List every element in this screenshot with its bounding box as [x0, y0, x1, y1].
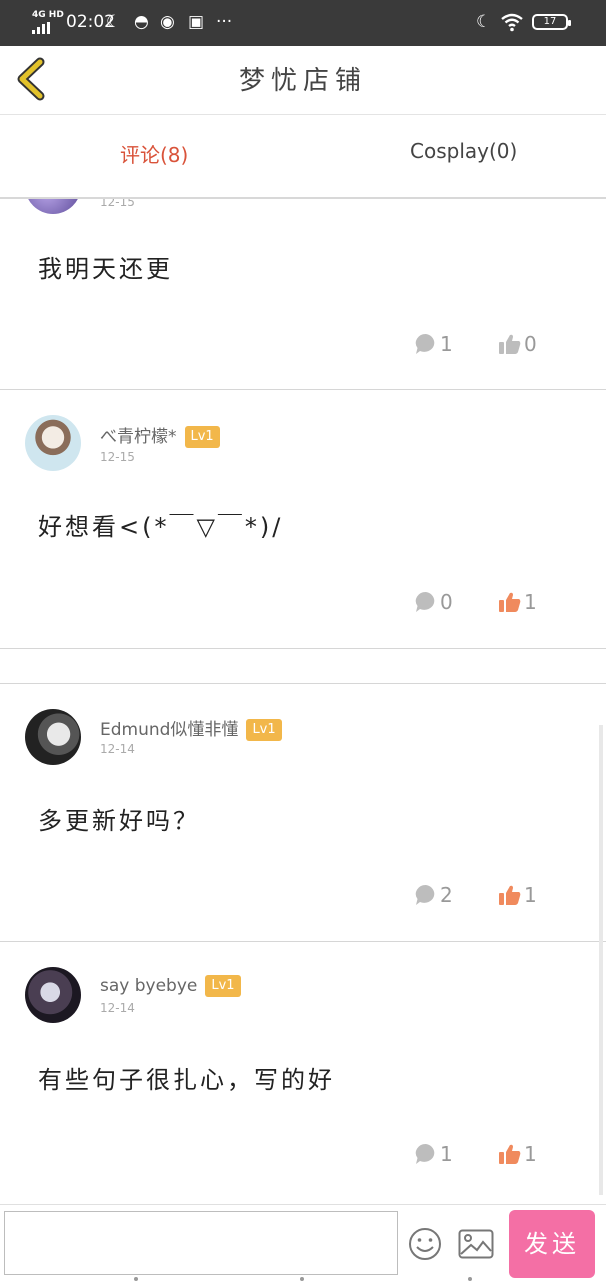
reply-count: 1: [440, 331, 453, 356]
avatar[interactable]: [25, 709, 81, 765]
level-badge: Lv1: [184, 426, 220, 448]
level-badge: Lv1: [205, 975, 241, 997]
like-count: 1: [524, 589, 537, 614]
emoji-icon[interactable]: [408, 1227, 442, 1261]
comment-text: 有些句子很扎心，写的好: [38, 1066, 335, 1094]
comment-bubble-icon: [415, 333, 435, 354]
reply-count: 2: [440, 882, 453, 907]
more-icon: ···: [216, 12, 233, 32]
page-title: 梦忧店铺: [238, 66, 367, 96]
reply-count: 1: [440, 1141, 453, 1166]
comment-bubble-icon: [415, 1143, 435, 1164]
comment-date: 12-14: [100, 1001, 135, 1015]
tab-bar: 评论(8) Cosplay(0): [0, 115, 606, 199]
reply-button[interactable]: 2: [414, 881, 453, 907]
comment-text: 多更新好吗？: [38, 807, 200, 835]
qq-icon: ◓: [134, 12, 149, 32]
comment-list[interactable]: 12-15 我明天还更 1 0 べ青柠檬* Lv1 12-15 好想看<(*￣▽￣…: [0, 199, 606, 1204]
user-name-text: Edmund似懂非懂: [100, 720, 239, 740]
like-button[interactable]: 1: [498, 588, 537, 614]
like-button[interactable]: 0: [498, 330, 537, 356]
level-badge: Lv1: [246, 719, 282, 741]
like-button[interactable]: 1: [498, 1140, 537, 1166]
send-button[interactable]: 发送: [509, 1210, 595, 1278]
user-name-text: べ青柠檬*: [100, 427, 177, 447]
avatar[interactable]: [25, 967, 81, 1023]
app-icon: ◉: [160, 12, 175, 32]
image-icon[interactable]: [458, 1229, 494, 1259]
battery-icon: 17: [532, 14, 571, 30]
avatar[interactable]: [25, 199, 81, 214]
reply-count: 0: [440, 589, 453, 614]
comment-date: 12-15: [100, 199, 135, 209]
like-count: 0: [524, 331, 537, 356]
comment-item: say byebye Lv1 12-14 有些句子很扎心，写的好 1 1: [0, 942, 606, 1200]
thumbs-up-icon: [499, 885, 521, 905]
comment-input[interactable]: [4, 1211, 398, 1275]
moon-icon: ☾: [476, 12, 492, 32]
network-type: 4G HD: [32, 10, 64, 20]
user-name[interactable]: say byebye Lv1: [100, 975, 241, 997]
comment-bubble-icon: [415, 884, 435, 905]
nav-dot: [300, 1277, 304, 1281]
comment-text: 好想看<(*￣▽￣*)/: [38, 513, 284, 541]
reply-button[interactable]: 0: [414, 588, 453, 614]
comment-composer: 发送: [0, 1204, 606, 1281]
user-name[interactable]: べ青柠檬* Lv1: [100, 422, 220, 448]
scrollbar[interactable]: [599, 725, 603, 1195]
signal-icon: [32, 22, 54, 34]
divider: [0, 648, 606, 649]
comment-item: 12-15 我明天还更 1 0: [0, 199, 606, 389]
reply-button[interactable]: 1: [414, 330, 453, 356]
user-name[interactable]: Edmund似懂非懂 Lv1: [100, 715, 282, 741]
nav-dot: [468, 1277, 472, 1281]
thumbs-up-icon: [499, 334, 521, 354]
like-count: 1: [524, 882, 537, 907]
comment-text: 我明天还更: [38, 255, 173, 283]
user-name-text: say byebye: [100, 976, 198, 996]
comment-date: 12-15: [100, 450, 135, 464]
comment-item: べ青柠檬* Lv1 12-15 好想看<(*￣▽￣*)/ 0 1: [0, 390, 606, 648]
moon-icon: ☾: [106, 12, 122, 32]
app-header: 梦忧店铺: [0, 46, 606, 115]
tab-comments[interactable]: 评论(8): [120, 139, 188, 168]
like-button[interactable]: 1: [498, 881, 537, 907]
comment-item: Edmund似懂非懂 Lv1 12-14 多更新好吗？ 2 1: [0, 684, 606, 941]
thumbs-up-icon: [499, 592, 521, 612]
tab-cosplay[interactable]: Cosplay(0): [410, 139, 517, 163]
notification-icon: ▣: [188, 12, 205, 32]
reply-button[interactable]: 1: [414, 1140, 453, 1166]
status-bar: 4G HD 02:02 ☾ ◓ ◉ ▣ ··· ☾ 17: [0, 0, 606, 46]
comment-date: 12-14: [100, 742, 135, 756]
thumbs-up-icon: [499, 1144, 521, 1164]
like-count: 1: [524, 1141, 537, 1166]
comment-bubble-icon: [415, 591, 435, 612]
nav-dot: [134, 1277, 138, 1281]
avatar[interactable]: [25, 415, 81, 471]
wifi-icon: [501, 13, 523, 32]
